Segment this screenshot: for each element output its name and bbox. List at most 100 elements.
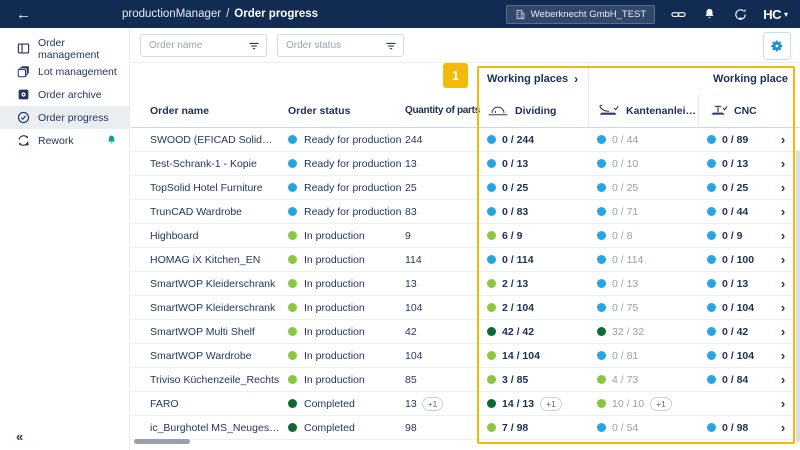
progress-dot xyxy=(707,159,716,168)
progress-value: 2 / 13 xyxy=(502,278,528,290)
order-name-filter[interactable] xyxy=(140,34,267,57)
table-row[interactable]: FARO Completed 13 +1 14 / 13 +1 10 / 10 … xyxy=(131,392,800,416)
sidebar-collapse-button[interactable]: « xyxy=(16,429,23,444)
workplace-cell: 0 / 25 xyxy=(588,182,698,194)
breadcrumb-separator: / xyxy=(226,8,229,20)
progress-dot xyxy=(487,423,496,432)
horizontal-scrollbar[interactable] xyxy=(134,439,190,444)
order-name: HOMAG iX Kitchen_EN xyxy=(150,254,288,266)
machine-header-cnc[interactable]: CNC xyxy=(698,94,800,127)
table-row[interactable]: SmartWOP Kleiderschrank In production 10… xyxy=(131,296,800,320)
row-chevron-icon[interactable]: › xyxy=(768,276,798,291)
progress-dot xyxy=(707,207,716,216)
sidebar-item-label: Lot management xyxy=(38,66,117,78)
quantity-value: 83 xyxy=(405,206,417,218)
progress-dot xyxy=(487,159,496,168)
progress-value: 0 / 8 xyxy=(612,230,632,242)
table-settings-button[interactable] xyxy=(763,32,791,60)
progress-dot xyxy=(487,303,496,312)
workplace-cell: 14 / 13 +1 xyxy=(478,397,588,411)
order-management-icon xyxy=(16,42,30,56)
row-chevron-icon[interactable]: › xyxy=(768,348,798,363)
filter-icon[interactable] xyxy=(385,39,397,57)
row-chevron-icon[interactable]: › xyxy=(768,300,798,315)
row-chevron-icon[interactable]: › xyxy=(768,132,798,147)
workplace-cell: 0 / 81 xyxy=(588,350,698,362)
table-row[interactable]: Test-Schrank-1 - Kopie Ready for product… xyxy=(131,152,800,176)
row-chevron-icon[interactable]: › xyxy=(768,396,798,411)
status-label: Ready for production xyxy=(304,182,401,194)
homag-logo-menu[interactable]: HC ▾ xyxy=(763,7,788,22)
status-dot xyxy=(288,207,297,216)
workplace-cell: 3 / 85 xyxy=(478,374,588,386)
rework-notification-bell-icon[interactable] xyxy=(106,134,117,149)
machine-header-dividing[interactable]: Dividing xyxy=(478,94,588,127)
topbar-actions: Weberknecht GmbH_TEST HC ▾ xyxy=(506,0,788,28)
row-chevron-icon[interactable]: › xyxy=(768,228,798,243)
table-row[interactable]: ic_Burghotel MS_Neugestaltung_... Comple… xyxy=(131,416,800,440)
page-title: Order progress xyxy=(234,8,318,20)
breadcrumb-app[interactable]: productionManager xyxy=(122,8,221,20)
workplace-cell: 0 / 13 xyxy=(698,158,768,170)
row-chevron-icon[interactable]: › xyxy=(768,156,798,171)
table-row[interactable]: TopSolid Hotel Furniture Ready for produ… xyxy=(131,176,800,200)
sidebar-item-order-archive[interactable]: Order archive xyxy=(0,83,129,106)
status-label: Ready for production xyxy=(304,158,401,170)
quantity-value: 25 xyxy=(405,182,417,194)
order-status-filter[interactable] xyxy=(277,34,404,57)
quantity-cell: 13 xyxy=(405,158,478,170)
machine-header-edgebander[interactable]: Kantenanleime... xyxy=(588,94,698,127)
back-arrow-icon[interactable]: ← xyxy=(16,0,31,28)
table-row[interactable]: HOMAG iX Kitchen_EN In production 114 0 … xyxy=(131,248,800,272)
sidebar-item-label: Order management xyxy=(38,37,129,61)
status-label: In production xyxy=(304,254,365,266)
progress-value: 4 / 73 xyxy=(612,374,638,386)
sync-user-icon[interactable] xyxy=(732,6,748,22)
topbar: ← productionManager / Order progress Web… xyxy=(0,0,800,28)
filter-icon[interactable] xyxy=(248,39,260,57)
progress-value: 2 / 104 xyxy=(502,302,534,314)
bell-icon[interactable] xyxy=(701,6,717,22)
status-dot xyxy=(288,135,297,144)
table-row[interactable]: SmartWOP Kleiderschrank In production 13… xyxy=(131,272,800,296)
sidebar-item-lot-management[interactable]: Lot management xyxy=(0,60,129,83)
row-chevron-icon[interactable]: › xyxy=(768,420,798,435)
progress-dot xyxy=(487,375,496,384)
status-label: In production xyxy=(304,278,365,290)
progress-value: 0 / 42 xyxy=(722,326,748,338)
working-places-group-header[interactable]: Working places › xyxy=(478,63,588,94)
workplace-cell: 0 / 25 xyxy=(698,182,768,194)
row-chevron-icon[interactable]: › xyxy=(768,324,798,339)
order-status-cell: Ready for production xyxy=(288,134,405,146)
workplace-cell: 14 / 104 xyxy=(478,350,588,362)
progress-dot xyxy=(707,135,716,144)
workplace-cell: 0 / 54 xyxy=(588,422,698,434)
row-chevron-icon[interactable]: › xyxy=(768,204,798,219)
company-selector-button[interactable]: Weberknecht GmbH_TEST xyxy=(506,5,655,24)
row-chevron-icon[interactable]: › xyxy=(768,252,798,267)
progress-value: 0 / 44 xyxy=(722,206,748,218)
sidebar-item-order-progress[interactable]: Order progress xyxy=(0,106,129,129)
table-row[interactable]: Highboard In production 9 6 / 9 0 / 8 0 … xyxy=(131,224,800,248)
filter-bar xyxy=(131,28,800,63)
link-icon[interactable] xyxy=(670,6,686,22)
table-body: SWOOD (EFICAD SolidWorks) - ... Ready fo… xyxy=(131,128,800,440)
sidebar-item-order-management[interactable]: Order management xyxy=(0,37,129,60)
sidebar-item-rework[interactable]: Rework xyxy=(0,129,129,152)
progress-value: 0 / 75 xyxy=(612,302,638,314)
vertical-scrollbar[interactable] xyxy=(796,150,800,442)
table-row[interactable]: Triviso Küchenzeile_Rechts In production… xyxy=(131,368,800,392)
progress-dot xyxy=(707,303,716,312)
progress-value: 0 / 244 xyxy=(502,134,534,146)
table-row[interactable]: SmartWOP Wardrobe In production 104 14 /… xyxy=(131,344,800,368)
table-row[interactable]: SWOOD (EFICAD SolidWorks) - ... Ready fo… xyxy=(131,128,800,152)
table-row[interactable]: TrunCAD Wardrobe Ready for production 83… xyxy=(131,200,800,224)
table-row[interactable]: SmartWOP Multi Shelf In production 42 42… xyxy=(131,320,800,344)
quantity-cell: 244 xyxy=(405,134,478,146)
order-status-cell: In production xyxy=(288,278,405,290)
workplace-cell: 0 / 13 xyxy=(588,278,698,290)
order-name: SmartWOP Wardrobe xyxy=(150,350,288,362)
row-chevron-icon[interactable]: › xyxy=(768,180,798,195)
row-chevron-icon[interactable]: › xyxy=(768,372,798,387)
workplace-cell: 0 / 83 xyxy=(478,206,588,218)
